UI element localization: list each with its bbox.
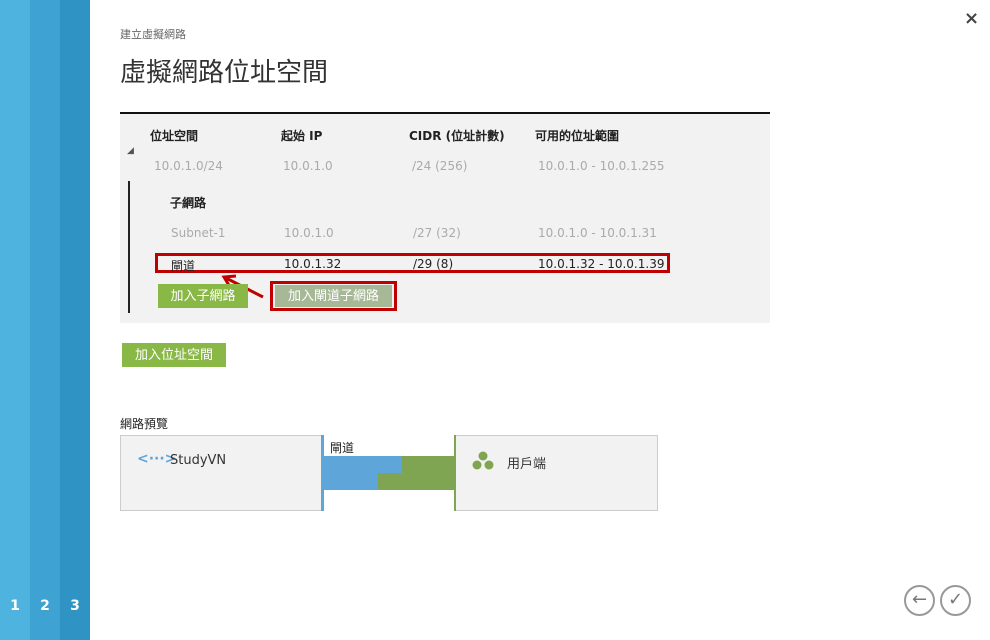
gateway-range: 10.0.1.32 - 10.0.1.39	[538, 257, 665, 271]
subnet-cidr[interactable]: /27 (32)	[413, 226, 461, 240]
cidr[interactable]: /24 (256)	[412, 159, 467, 173]
checkmark-icon[interactable]: ✓	[940, 585, 971, 616]
clients-label: 用戶端	[507, 457, 547, 472]
clients-box	[456, 435, 658, 511]
vnet-box	[120, 435, 322, 511]
gateway-cidr[interactable]: /29 (8)	[413, 257, 453, 271]
add-gateway-subnet-button[interactable]: 加入閘道子網路	[275, 285, 392, 307]
header-range: 可用的位址範圍	[535, 129, 620, 143]
breadcrumb: 建立虛擬網路	[120, 28, 186, 41]
address-space-input[interactable]: 10.0.1.0/24	[154, 159, 223, 173]
range: 10.0.1.0 - 10.0.1.255	[538, 159, 665, 173]
vnet-name: StudyVN	[170, 453, 227, 468]
step-1[interactable]: 1	[0, 0, 30, 640]
subnet-start[interactable]: 10.0.1.0	[284, 226, 334, 240]
clients-icon	[472, 451, 494, 470]
step-2[interactable]: 2	[30, 0, 60, 640]
gateway-start[interactable]: 10.0.1.32	[284, 257, 341, 271]
network-preview-label: 網路預覽	[120, 417, 169, 431]
gateway-bar-blue-2	[324, 473, 378, 490]
header-address-space: 位址空間	[150, 129, 199, 143]
subnet-name[interactable]: Subnet-1	[171, 226, 226, 240]
collapse-triangle-icon[interactable]: ◢	[127, 146, 134, 156]
add-subnet-button[interactable]: 加入子網路	[158, 284, 248, 308]
add-address-space-button[interactable]: 加入位址空間	[122, 343, 226, 367]
gateway-bar-blue	[324, 456, 402, 473]
page-title: 虛擬網路位址空間	[120, 58, 329, 88]
header-cidr: CIDR (位址計數)	[409, 129, 505, 143]
start-ip[interactable]: 10.0.1.0	[283, 159, 333, 173]
step-3[interactable]: 3	[60, 0, 90, 640]
back-arrow-icon[interactable]: ←	[904, 585, 935, 616]
tree-line	[128, 181, 130, 313]
subnet-label: 子網路	[170, 196, 207, 210]
gateway-label: 閘道	[330, 441, 355, 455]
close-icon[interactable]: ×	[964, 8, 979, 29]
subnet-range: 10.0.1.0 - 10.0.1.31	[538, 226, 657, 240]
gateway-name[interactable]: 閘道	[171, 257, 195, 274]
header-start-ip: 起始 IP	[281, 129, 323, 143]
